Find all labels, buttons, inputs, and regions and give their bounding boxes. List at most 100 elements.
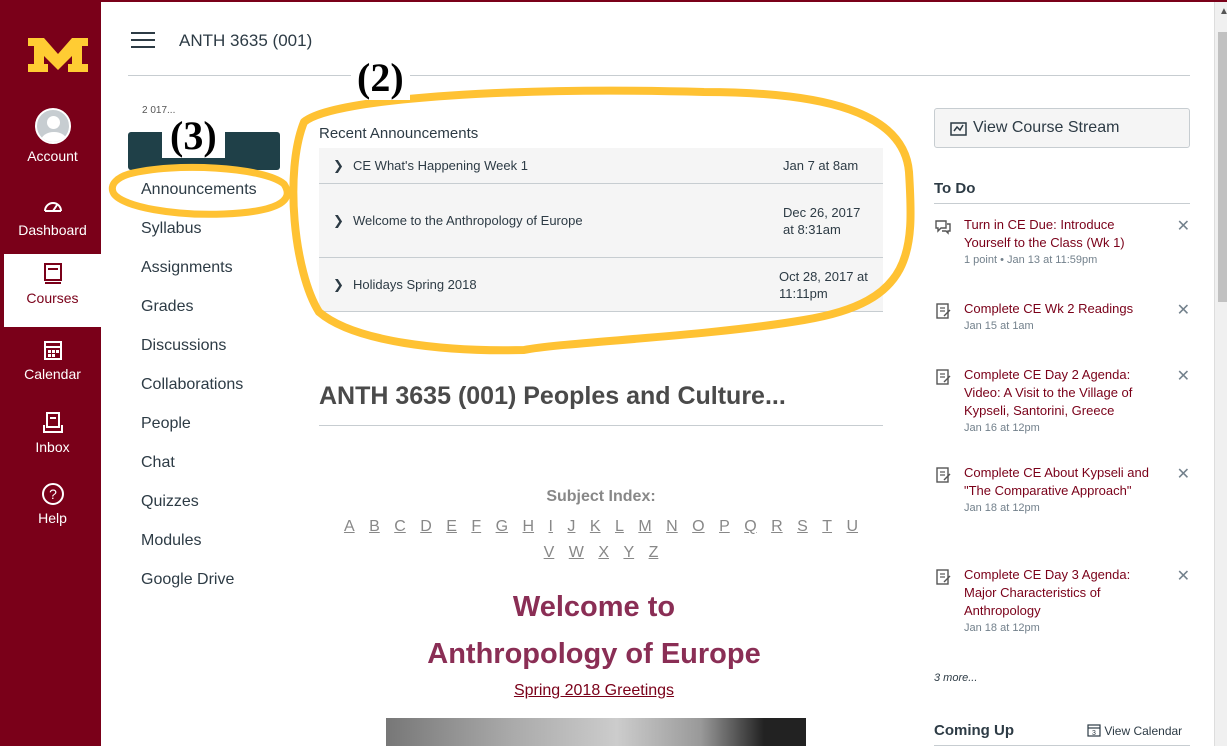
subject-index-letter-link[interactable]: V [544,544,555,561]
subject-index-letter-link[interactable]: U [846,518,858,535]
global-nav-calendar[interactable]: Calendar [4,338,101,382]
browser-frame: Account Dashboard Courses Calendar Inbox… [0,0,1227,746]
subject-index-letter-link[interactable]: R [771,518,783,535]
course-nav-google-drive[interactable]: Google Drive [141,570,257,609]
announcement-row[interactable]: ❯ Welcome to the Anthropology of Europe … [319,184,883,258]
todo-title[interactable]: Complete CE Day 3 Agenda: Major Characte… [964,566,1160,620]
scroll-up-arrow-icon[interactable]: ▲ [1219,6,1227,17]
subject-index-letter-link[interactable]: I [549,518,553,535]
close-icon[interactable]: ✕ [1177,464,1190,484]
subject-index-letter-link[interactable]: D [420,518,432,535]
subject-index-letter-link[interactable]: A [344,518,355,535]
subject-index-letter-link[interactable]: W [569,544,584,561]
subject-index-letter-link[interactable]: C [394,518,406,535]
subject-index-letter-link[interactable]: O [692,518,704,535]
subject-index-letter-link[interactable]: Y [623,544,634,561]
global-nav-inbox[interactable]: Inbox [4,411,101,455]
announcement-title: Holidays Spring 2018 [353,277,477,292]
assignment-icon [936,369,951,385]
subject-index-letter-link[interactable]: S [797,518,808,535]
more-todo-link[interactable]: 3 more... [934,672,977,684]
title-divider [319,425,883,426]
scrollbar-thumb[interactable] [1218,32,1227,302]
calendar-icon [43,341,62,360]
announcement-row[interactable]: ❯ CE What's Happening Week 1 Jan 7 at 8a… [319,148,883,184]
chevron-right-icon: ❯ [333,212,344,228]
course-nav-syllabus[interactable]: Syllabus [141,219,257,258]
todo-title[interactable]: Complete CE Day 2 Agenda: Video: A Visit… [964,366,1160,420]
todo-title[interactable]: Complete CE Wk 2 Readings [964,300,1160,318]
svg-text:?: ? [49,486,57,502]
global-nav-label: Calendar [24,366,81,382]
university-logo[interactable] [26,32,90,76]
subject-index-letter-link[interactable]: K [590,518,601,535]
course-nav-assignments[interactable]: Assignments [141,258,257,297]
spring-greetings-link[interactable]: Spring 2018 Greetings [319,682,869,700]
inbox-icon [42,412,63,433]
subject-index-letter-link[interactable]: T [822,518,832,535]
course-nav-discussions[interactable]: Discussions [141,336,257,375]
breadcrumb[interactable]: ANTH 3635 (001) [179,31,312,51]
global-nav-courses[interactable]: Courses [4,254,101,327]
course-nav-modules[interactable]: Modules [141,531,257,570]
subject-index-letter-link[interactable]: Q [744,518,756,535]
calendar-small-icon: 3 [1087,724,1101,737]
announcement-date: Jan 7 at 8am [783,158,859,173]
subject-index-letter-link[interactable]: G [496,518,508,535]
close-icon[interactable]: ✕ [1177,366,1190,386]
global-nav-label: Dashboard [18,222,87,238]
subject-index-letter-link[interactable]: E [446,518,457,535]
global-nav-dashboard[interactable]: Dashboard [4,196,101,238]
todo-item[interactable]: Complete CE About Kypseli and "The Compa… [934,464,1190,516]
subject-index-letter-link[interactable]: L [615,518,624,535]
announcement-title: Welcome to the Anthropology of Europe [353,213,583,228]
global-nav-help[interactable]: ? Help [4,482,101,526]
course-nav: Announcements Syllabus Assignments Grade… [141,180,257,609]
stream-button-label: View Course Stream [973,119,1120,136]
recent-announcements-heading: Recent Announcements [319,125,479,142]
todo-item[interactable]: Turn in CE Due: Introduce Yourself to th… [934,216,1190,268]
todo-meta: 1 point • Jan 13 at 11:59pm [964,254,1098,266]
todo-item[interactable]: Complete CE Day 3 Agenda: Major Characte… [934,566,1190,636]
subject-index-letter-link[interactable]: H [523,518,535,535]
course-nav-chat[interactable]: Chat [141,453,257,492]
subject-index-letter-link[interactable]: P [719,518,730,535]
todo-meta: Jan 18 at 12pm [964,622,1040,634]
announcement-row[interactable]: ❯ Holidays Spring 2018 Oct 28, 2017 at 1… [319,258,883,312]
todo-item[interactable]: Complete CE Day 2 Agenda: Video: A Visit… [934,366,1190,436]
course-nav-collaborations[interactable]: Collaborations [141,375,257,414]
welcome-line-2: Anthropology of Europe [427,638,761,670]
todo-meta: Jan 16 at 12pm [964,422,1040,434]
chevron-right-icon: ❯ [333,276,344,292]
course-nav-quizzes[interactable]: Quizzes [141,492,257,531]
course-nav-grades[interactable]: Grades [141,297,257,336]
subject-index-letter-link[interactable]: Z [649,544,659,561]
course-nav-people[interactable]: People [141,414,257,453]
global-nav-account[interactable]: Account [4,108,101,164]
view-calendar-link[interactable]: 3 View Calendar [1087,723,1182,738]
subject-index-letter-link[interactable]: M [638,518,651,535]
chevron-right-icon: ❯ [333,157,344,173]
todo-title[interactable]: Turn in CE Due: Introduce Yourself to th… [964,216,1160,252]
subject-index-letter-link[interactable]: B [369,518,380,535]
todo-title[interactable]: Complete CE About Kypseli and "The Compa… [964,464,1160,500]
view-course-stream-button[interactable]: View Course Stream [934,108,1190,148]
close-icon[interactable]: ✕ [1177,216,1190,236]
close-icon[interactable]: ✕ [1177,566,1190,586]
close-icon[interactable]: ✕ [1177,300,1190,320]
hamburger-menu-icon[interactable] [131,32,155,50]
subject-index-letter-link[interactable]: F [471,518,481,535]
subject-index-letter-link[interactable]: J [567,518,575,535]
global-nav-label: Help [38,510,67,526]
announcement-date: Dec 26, 2017 at 8:31am [783,204,861,237]
courses-icon [43,263,62,284]
subject-index-letter-link[interactable]: X [598,544,609,561]
course-nav-announcements[interactable]: Announcements [141,180,257,219]
global-nav-label: Inbox [35,439,70,455]
svg-text:3: 3 [1092,730,1096,737]
subject-index-letter-link[interactable]: N [666,518,678,535]
todo-meta: Jan 15 at 1am [964,320,1034,332]
vertical-scrollbar[interactable]: ▲ [1214,2,1227,746]
announcement-title: CE What's Happening Week 1 [353,158,528,173]
todo-item[interactable]: Complete CE Wk 2 Readings Jan 15 at 1am … [934,300,1190,334]
